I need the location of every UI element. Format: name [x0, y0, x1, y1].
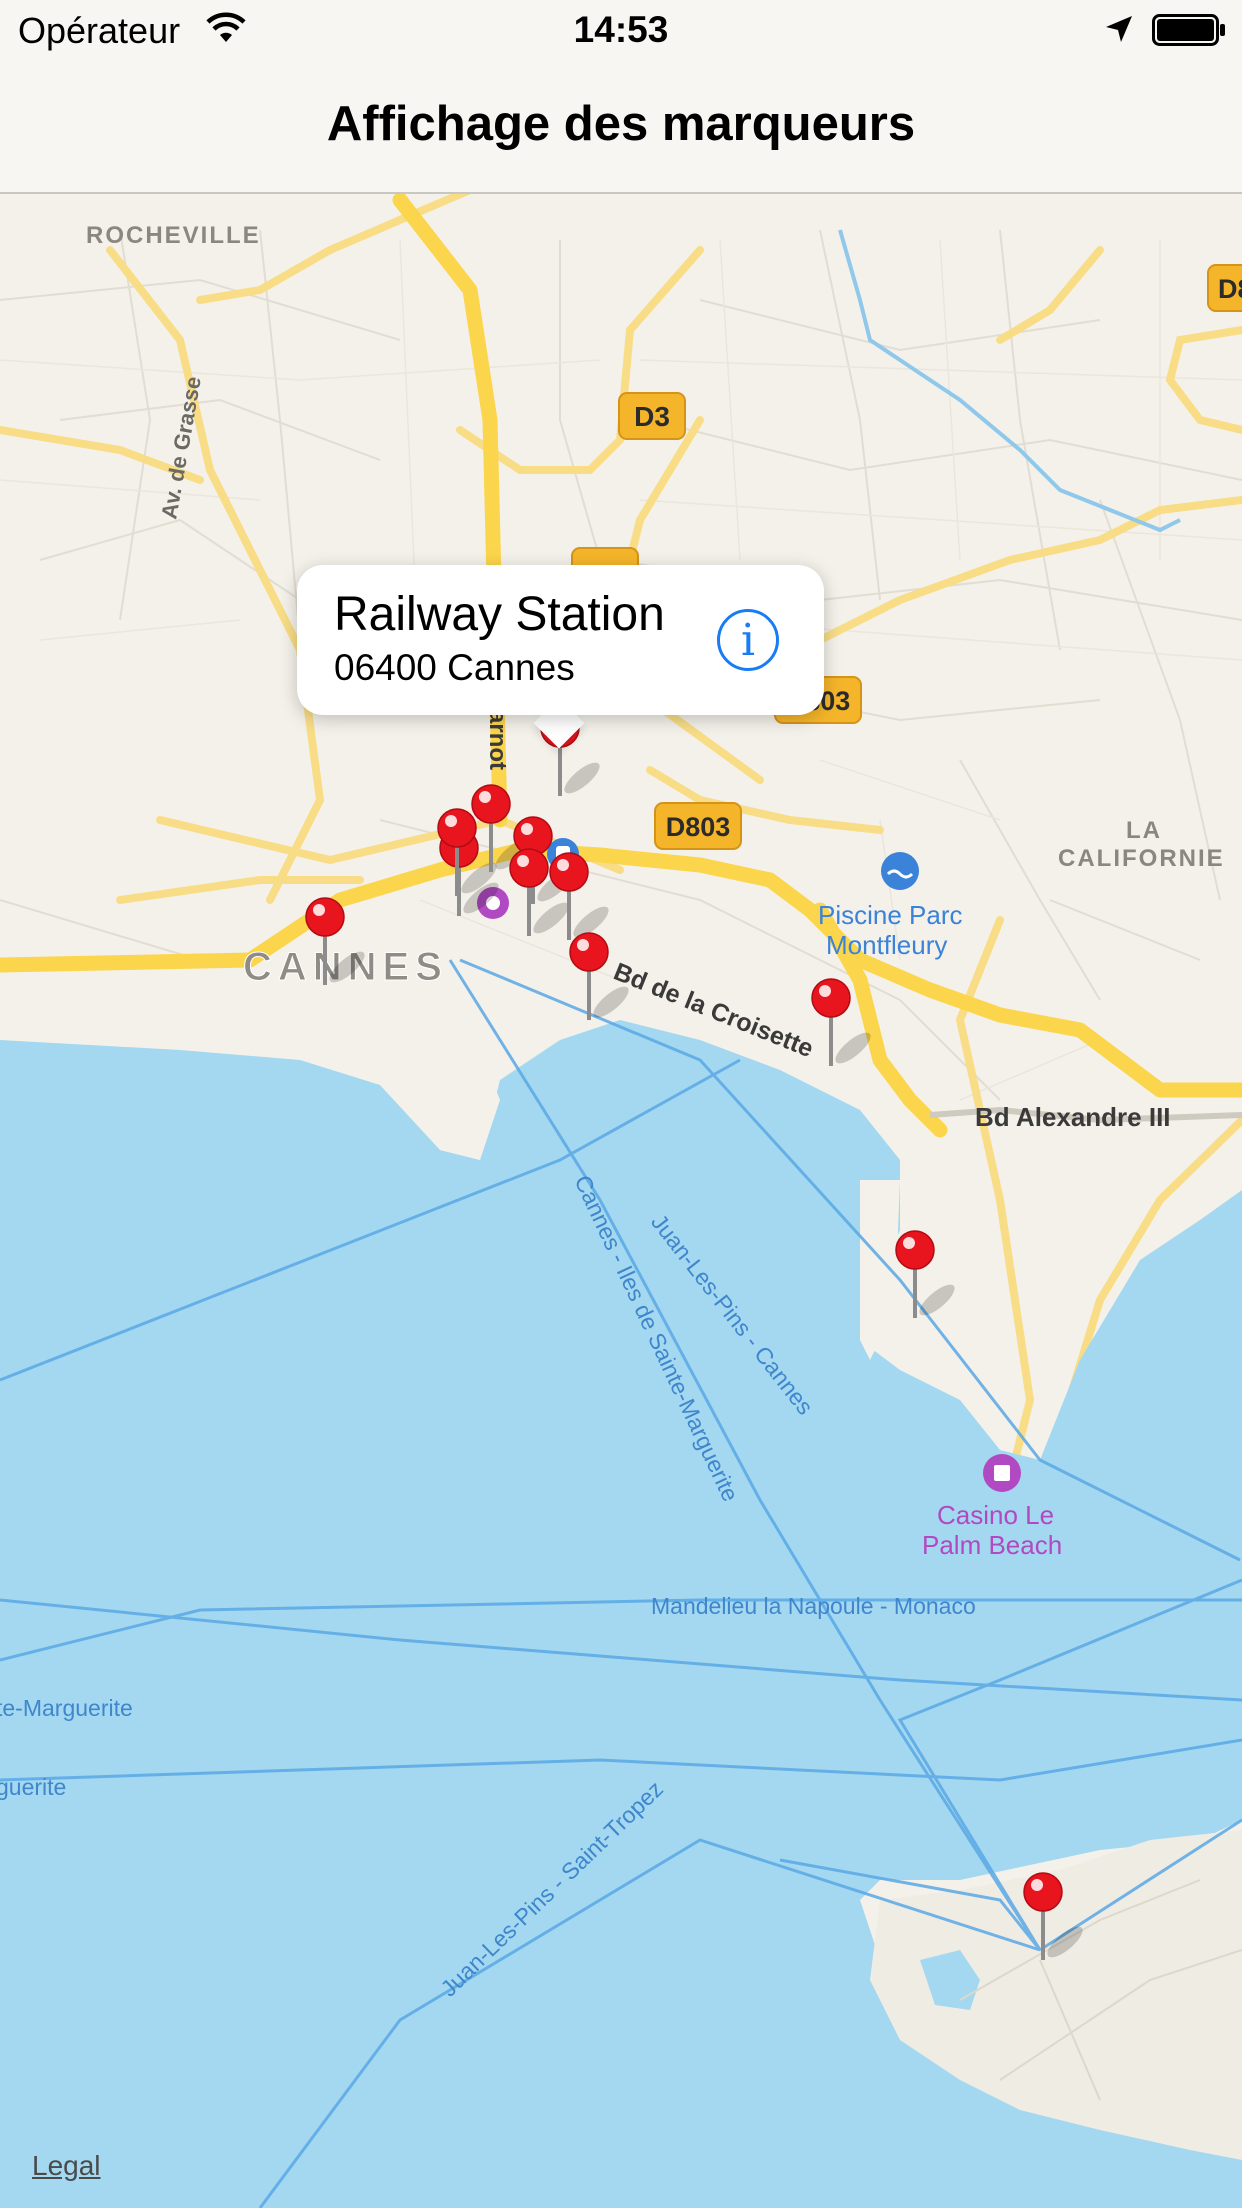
place-label-rocheville: ROCHEVILLE	[86, 222, 261, 249]
road-shield-d8: D8	[1207, 264, 1242, 312]
ferry-label-mandelieu: Mandelieu la Napoule - Monaco	[651, 1593, 976, 1619]
poi-label-piscine-2: Montfleury	[826, 930, 947, 960]
ferry-label-sainte-marguerite-2: guerite	[0, 1774, 66, 1800]
poi-label-piscine-1: Piscine Parc	[818, 900, 963, 930]
map-view[interactable]: D3 D803 D803 D8 ROCHEVILLE CANNES LA CAL…	[0, 192, 1242, 2208]
callout-subtitle: 06400 Cannes	[334, 647, 575, 688]
status-bar: Opérateur 14:53	[0, 0, 1242, 60]
pin-callout[interactable]: Railway Station 06400 Cannes i	[297, 565, 824, 715]
callout-title: Railway Station	[334, 588, 665, 641]
info-icon[interactable]: i	[717, 609, 779, 671]
road-label-alexandre-iii: Bd Alexandre III	[975, 1102, 1171, 1132]
location-arrow-icon	[1106, 16, 1132, 42]
place-label-la: LA	[1126, 817, 1162, 844]
page-title: Affichage des marqueurs	[326, 97, 916, 151]
svg-text:D803: D803	[666, 812, 731, 842]
road-shield-d3: D3	[618, 392, 686, 440]
swimming-pool-icon	[881, 852, 919, 890]
ferry-label-sainte-marguerite-1: te-Marguerite	[0, 1695, 133, 1721]
battery-icon	[1152, 14, 1225, 46]
status-time: 14:53	[573, 9, 669, 50]
svg-text:D3: D3	[634, 401, 670, 432]
navigation-bar: Affichage des marqueurs	[0, 60, 1242, 194]
svg-text:D8: D8	[1218, 274, 1242, 304]
poi-label-casino-1: Casino Le	[937, 1500, 1054, 1530]
poi-label-casino-2: Palm Beach	[922, 1530, 1062, 1560]
road-shield-d803: D803	[654, 802, 742, 850]
casino-icon	[983, 1454, 1021, 1492]
place-label-californie: CALIFORNIE	[1058, 845, 1225, 872]
map-canvas[interactable]: D3 D803 D803 D8 ROCHEVILLE CANNES LA CAL…	[0, 192, 1242, 2208]
road-label-carnot: arnot	[484, 710, 511, 770]
legal-link[interactable]: Legal	[32, 2150, 101, 2182]
